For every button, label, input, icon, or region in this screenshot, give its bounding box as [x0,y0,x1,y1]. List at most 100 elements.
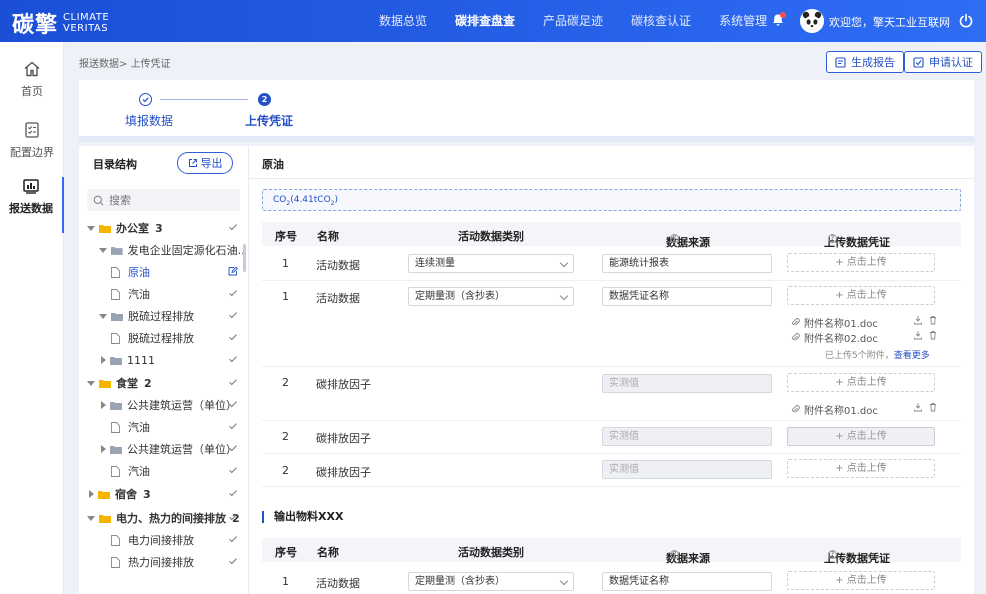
generate-report-button[interactable]: 生成报告 [826,51,904,73]
left-nav-home-label: 首页 [21,85,43,98]
checklist-icon [25,122,39,138]
output-row-type-select[interactable]: 定期量测（含抄表） [408,572,574,591]
check-icon [229,536,237,543]
row2-upload-button[interactable]: + 点击上传 [787,286,935,305]
output-row-upload-button[interactable]: + 点击上传 [787,571,935,590]
tree-item[interactable]: 汽油 [79,460,244,482]
tree-item-label: 食堂 [116,377,138,390]
logo[interactable]: 碳擎 CLIMATE VERITAS [12,7,109,39]
caret-down-icon[interactable] [87,515,95,521]
step-fill-data[interactable]: 填报数据 [125,112,173,129]
attachment-item[interactable]: 附件名称01.doc [791,315,878,330]
power-icon[interactable] [958,13,974,29]
tree-item[interactable]: 汽油 [79,283,244,305]
avatar[interactable] [800,9,824,33]
help-icon[interactable]: ? [828,234,837,243]
steps-underline [79,136,974,142]
tree-item-label: 热力间接排放 [128,556,194,569]
tree-item[interactable]: 脱硫过程排放 [79,305,244,327]
caret-down-icon[interactable] [87,380,95,386]
download-icon[interactable] [913,330,923,340]
caret-right-icon[interactable] [101,356,106,364]
row4-no: 2 [282,430,289,443]
tree-item[interactable]: 脱硫过程排放 [79,327,244,349]
tree-item[interactable]: 食堂 2 [79,372,244,394]
caret-right-icon[interactable] [101,401,106,409]
tree-item[interactable]: 1111 [79,349,244,371]
attachment-item[interactable]: 附件名称02.doc [791,330,878,345]
search-input[interactable] [109,193,229,207]
col-no: 序号 [275,230,297,243]
nav-product-footprint[interactable]: 产品碳足迹 [529,0,617,42]
output-row-source-input[interactable]: 数据凭证名称 [602,572,772,591]
col-type: 活动数据类别 [458,546,524,559]
tree-item[interactable]: 热力间接排放 [79,551,244,573]
apply-certification-button[interactable]: 申请认证 [904,51,982,73]
view-more-link[interactable]: 查看更多 [894,351,930,361]
help-icon[interactable]: ? [828,550,837,559]
file-icon [111,421,120,433]
folder-icon [111,312,123,321]
nav-data-overview[interactable]: 数据总览 [365,0,441,42]
row4-upload-button[interactable]: + 点击上传 [787,427,935,446]
nav-system[interactable]: 系统管理 [705,0,781,42]
tree-item[interactable]: 电力、热力的间接排放 2 [79,507,244,529]
row-divider [262,280,961,281]
help-icon[interactable]: ? [670,234,679,243]
nav-verification[interactable]: 碳核查认证 [617,0,705,42]
check-icon [229,514,237,521]
row2-type-select[interactable]: 定期量测（含抄表） [408,287,574,306]
check-icon [229,356,237,363]
caret-down-icon[interactable] [99,247,107,253]
caret-right-icon[interactable] [89,490,94,498]
caret-down-icon[interactable] [99,313,107,319]
row5-upload-button[interactable]: + 点击上传 [787,459,935,478]
col-no: 序号 [275,546,297,559]
check-icon [229,423,237,430]
left-nav-home[interactable]: 首页 [0,60,64,116]
tree-scrollbar[interactable] [243,244,246,272]
delete-icon[interactable] [928,330,938,340]
left-nav-report-label: 报送数据 [9,202,53,215]
tree-item[interactable]: 办公室 3 [79,217,244,239]
tree-item-label: 汽油 [128,288,150,301]
row-divider [262,453,961,454]
tree-item-label: 宿舍 [115,488,137,501]
tree-item[interactable]: 电力间接排放 [79,529,244,551]
row2-source-input[interactable]: 数据凭证名称 [602,287,772,306]
download-icon[interactable] [913,315,923,325]
folder-icon [98,490,110,499]
tree-item-label: 公共建筑运营（单位） [127,399,237,412]
caret-down-icon[interactable] [87,225,95,231]
tree-item[interactable]: 发电企业固定源化石油... [79,239,244,261]
row1-source-input[interactable]: 能源统计报表 [602,254,772,273]
row1-type-select[interactable]: 连续测量 [408,254,574,273]
download-icon[interactable] [913,402,923,412]
step-upload-proof[interactable]: 上传凭证 [245,112,293,129]
caret-right-icon[interactable] [101,445,106,453]
left-nav-report[interactable]: 报送数据 [0,177,64,233]
tree-item[interactable]: 原油 [79,261,244,283]
left-nav-boundary[interactable]: 配置边界 [0,121,64,177]
row3-name: 碳排放因子 [316,378,371,391]
row5-source-input: 实测值 [602,460,772,479]
row1-name: 活动数据 [316,259,360,272]
tree-item[interactable]: 公共建筑运营（单位） [79,438,244,460]
step-done-circle [139,93,152,106]
nav-carbon-inventory[interactable]: 碳排查盘查 [441,0,529,42]
delete-icon[interactable] [928,402,938,412]
tree-item[interactable]: 汽油 [79,416,244,438]
check-icon [229,401,237,408]
attachment-item[interactable]: 附件名称01.doc [791,402,878,417]
help-icon[interactable]: ? [670,550,679,559]
tree-item[interactable]: 公共建筑运营（单位） [79,394,244,416]
row3-upload-button[interactable]: + 点击上传 [787,373,935,392]
delete-icon[interactable] [928,315,938,325]
bar-chart-icon [23,179,39,194]
row1-upload-button[interactable]: + 点击上传 [787,253,935,272]
notification-dot [780,12,786,18]
export-button[interactable]: 导出 [177,152,233,174]
file-icon [111,556,120,568]
tree-item[interactable]: 宿舍 3 [79,483,244,505]
breadcrumb: 报送数据> 上传凭证 [79,59,171,70]
